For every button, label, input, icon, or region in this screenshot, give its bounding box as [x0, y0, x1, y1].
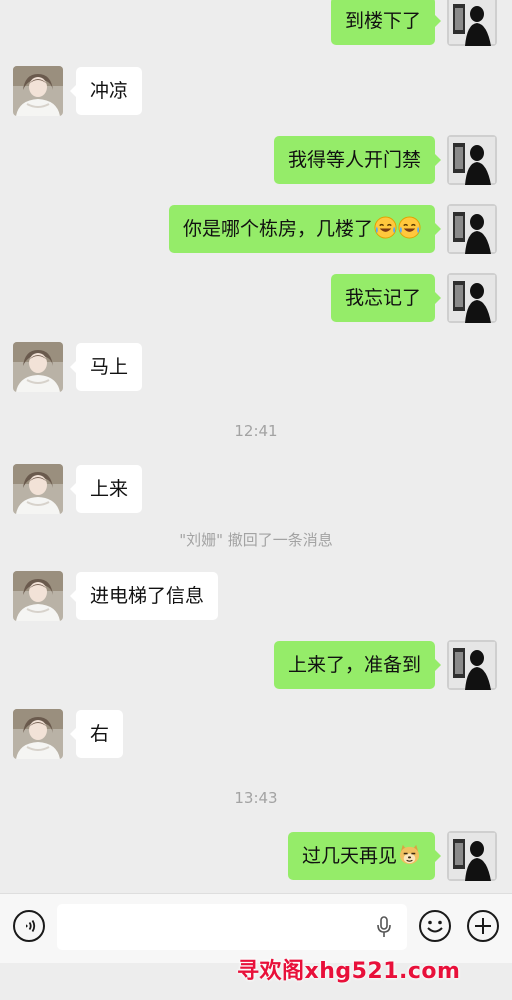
self-avatar[interactable] [447, 0, 497, 46]
smiley-icon[interactable] [418, 909, 452, 943]
friend-avatar[interactable] [13, 342, 63, 392]
self-avatar[interactable] [447, 640, 497, 690]
chat-area[interactable]: 到楼下了 冲凉 我得等人开门禁 你是哪个栋房，几楼了 我忘记了 马上 12:41… [0, 0, 512, 893]
sent-bubble[interactable]: 你是哪个栋房，几楼了 [168, 205, 442, 253]
sent-bubble[interactable]: 我忘记了 [330, 274, 442, 322]
watermark: 寻欢阁xhg521.com [237, 959, 461, 984]
self-avatar[interactable] [447, 135, 497, 185]
message-row: 上来 [0, 464, 512, 514]
friend-avatar[interactable] [13, 571, 63, 621]
message-row: 马上 [0, 342, 512, 392]
self-avatar[interactable] [447, 204, 497, 254]
message-input[interactable] [57, 904, 407, 950]
mic-icon[interactable] [376, 916, 392, 938]
message-row: 我得等人开门禁 [0, 135, 512, 185]
friend-avatar[interactable] [13, 464, 63, 514]
received-bubble[interactable]: 上来 [69, 465, 143, 513]
friend-avatar[interactable] [13, 66, 63, 116]
message-row: 我忘记了 [0, 273, 512, 323]
input-bar [0, 893, 512, 963]
plus-icon[interactable] [466, 909, 500, 943]
message-row: 过几天再见 [0, 831, 512, 881]
received-bubble[interactable]: 马上 [69, 343, 143, 391]
timestamp: 12:41 [234, 422, 278, 440]
received-bubble[interactable]: 进电梯了信息 [69, 572, 219, 620]
message-row: 你是哪个栋房，几楼了 [0, 204, 512, 254]
timestamp: 13:43 [234, 789, 278, 807]
message-row: 上来了，准备到 [0, 640, 512, 690]
message-row: 冲凉 [0, 66, 512, 116]
laugh-cry-emoji [398, 216, 421, 239]
self-avatar[interactable] [447, 273, 497, 323]
doge-emoji [399, 844, 420, 865]
message-row: 到楼下了 [0, 0, 512, 46]
received-bubble[interactable]: 冲凉 [69, 67, 143, 115]
message-row: 右 [0, 709, 512, 759]
self-avatar[interactable] [447, 831, 497, 881]
recall-notice: "刘姗" 撤回了一条消息 [179, 531, 333, 549]
message-row: 进电梯了信息 [0, 571, 512, 621]
sent-bubble[interactable]: 过几天再见 [287, 832, 442, 880]
sent-bubble[interactable]: 到楼下了 [330, 0, 442, 45]
sent-bubble[interactable]: 上来了，准备到 [273, 641, 442, 689]
friend-avatar[interactable] [13, 709, 63, 759]
voice-icon[interactable] [12, 909, 46, 943]
sent-bubble[interactable]: 我得等人开门禁 [273, 136, 442, 184]
laugh-cry-emoji [374, 216, 397, 239]
received-bubble[interactable]: 右 [69, 710, 124, 758]
